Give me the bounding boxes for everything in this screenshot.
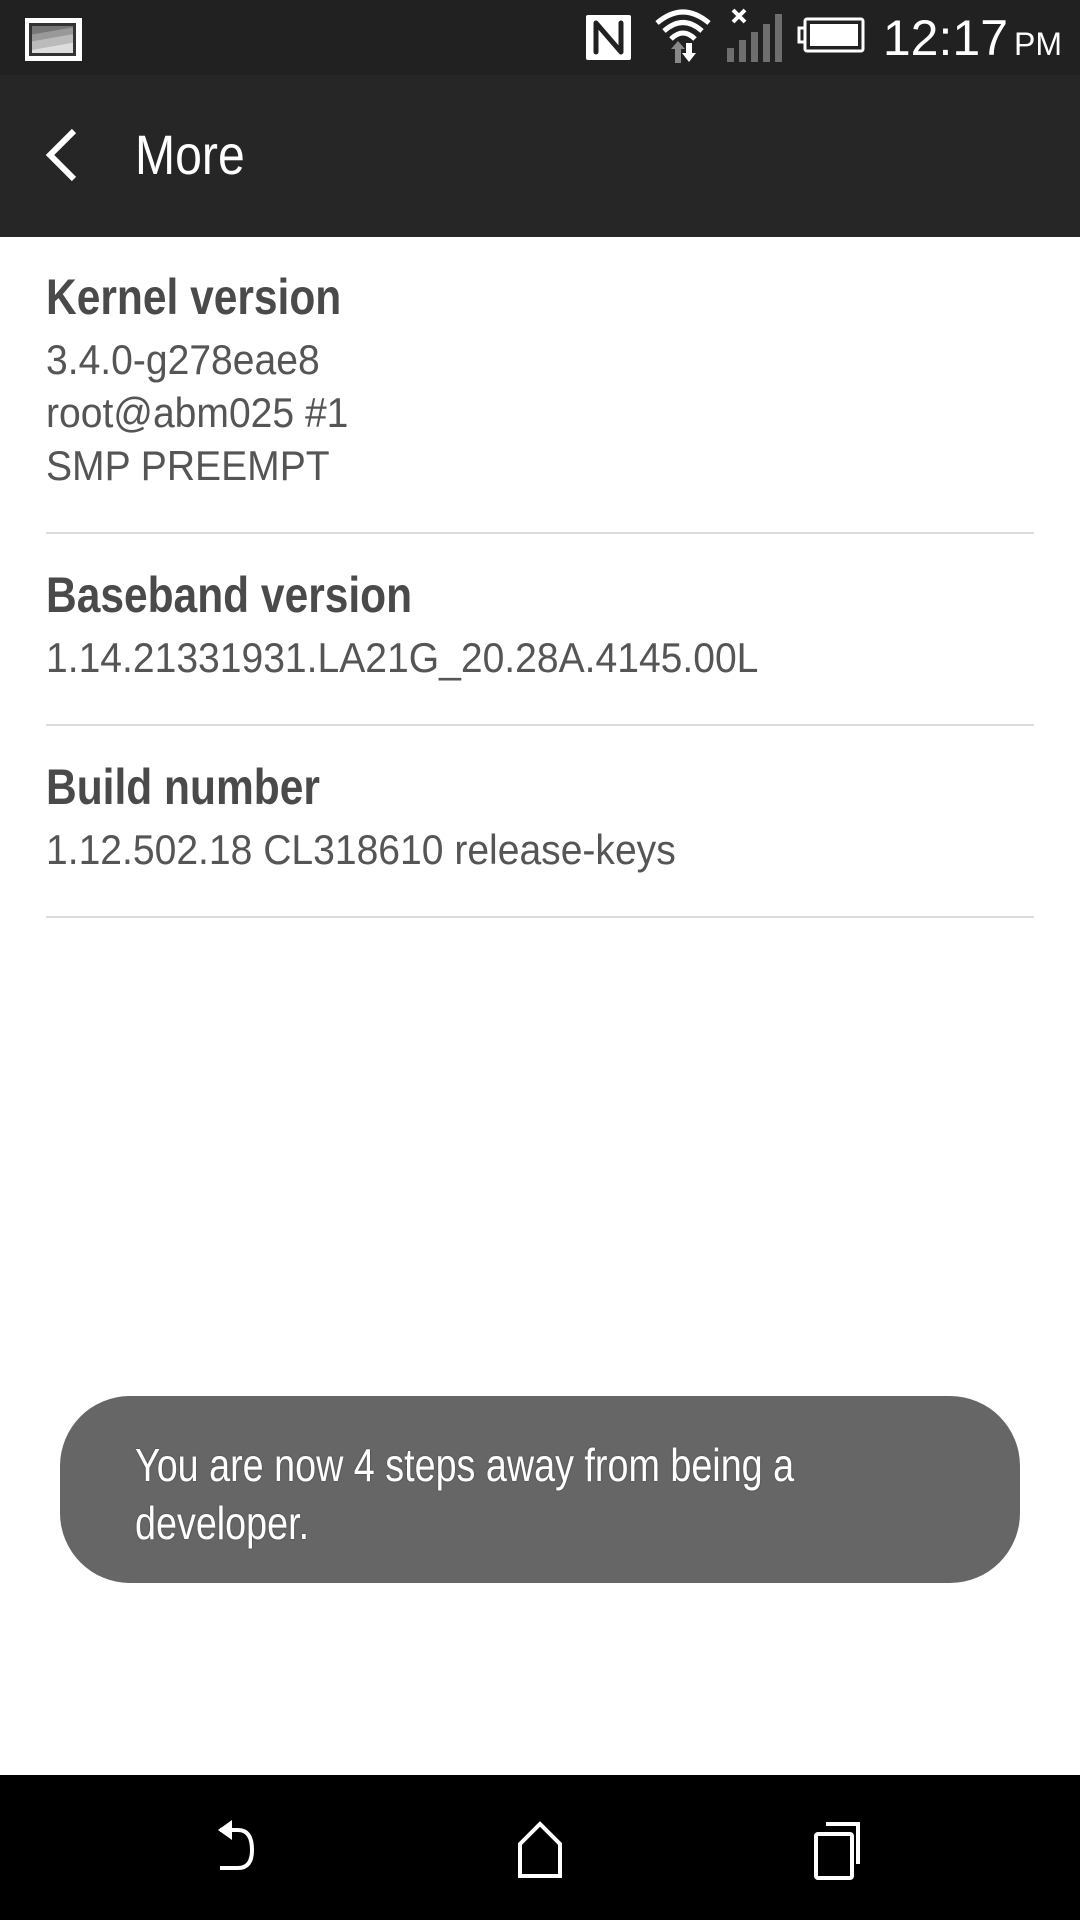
home-icon xyxy=(518,1821,562,1878)
item-value-line: 1.14.21331931.LA21G_20.28A.4145.00L xyxy=(46,634,759,681)
item-title: Kernel version xyxy=(46,269,342,325)
battery-full-icon xyxy=(797,17,865,58)
nav-home-button[interactable] xyxy=(500,1820,580,1880)
app-bar: More xyxy=(0,75,1080,237)
toast-line: You are now 4 steps away from being a xyxy=(135,1439,795,1491)
item-value-line: 3.4.0-g278eae8 xyxy=(46,336,320,383)
recents-icon xyxy=(814,1822,860,1880)
clock: 12:17 PM xyxy=(883,9,1062,67)
divider xyxy=(46,916,1034,918)
page-title: More xyxy=(135,123,245,186)
gallery-image-icon xyxy=(25,18,82,61)
nav-back-button[interactable] xyxy=(200,1820,280,1880)
list-item-build-number[interactable]: Build number 1.12.502.18 CL318610 releas… xyxy=(0,759,723,876)
toast-message: You are now 4 steps away from being a de… xyxy=(60,1396,1020,1583)
nav-recents-button[interactable] xyxy=(800,1820,880,1880)
back-icon xyxy=(218,1820,255,1870)
clock-time: 12:17 xyxy=(882,9,1008,66)
divider xyxy=(46,724,1034,726)
toast-line: developer. xyxy=(135,1497,310,1549)
notification-area xyxy=(25,18,82,61)
list-item-kernel-version[interactable]: Kernel version 3.4.0-g278eae8 root@abm02… xyxy=(0,269,393,492)
status-bar: 12:17 PM xyxy=(0,0,1080,75)
signal-no-service-icon xyxy=(726,6,783,69)
chevron-left-icon xyxy=(45,128,77,182)
navigation-bar xyxy=(0,1775,1080,1920)
item-value-line: 1.12.502.18 CL318610 release-keys xyxy=(46,826,676,873)
divider xyxy=(46,532,1034,534)
wifi-data-activity-icon xyxy=(653,5,713,70)
item-title: Build number xyxy=(46,759,320,815)
back-button[interactable] xyxy=(40,125,100,185)
item-title: Baseband version xyxy=(46,567,413,623)
list-item-baseband-version[interactable]: Baseband version 1.14.21331931.LA21G_20.… xyxy=(0,567,812,684)
clock-ampm: PM xyxy=(1014,25,1062,62)
toast-text: You are now 4 steps away from being a de… xyxy=(135,1436,873,1552)
item-value-line: root@abm025 #1 xyxy=(46,389,349,436)
nfc-icon xyxy=(585,15,631,60)
status-icons: 12:17 PM xyxy=(585,0,1062,75)
item-value-line: SMP PREEMPT xyxy=(46,442,330,489)
